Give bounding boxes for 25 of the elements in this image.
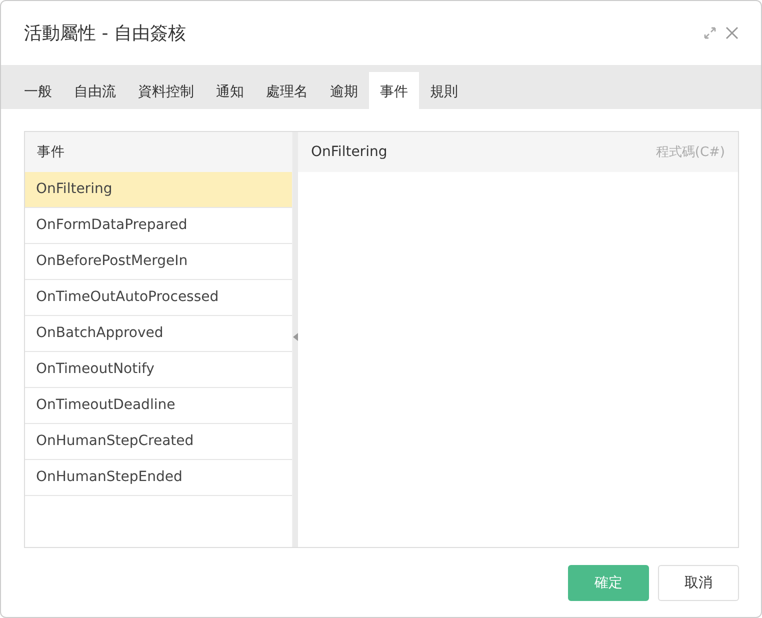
tab[interactable]: 事件	[369, 72, 419, 109]
event-item[interactable]: OnBeforePostMergeIn	[25, 244, 292, 280]
tab[interactable]: 通知	[205, 72, 255, 109]
event-item[interactable]: OnFormDataPrepared	[25, 208, 292, 244]
tab[interactable]: 一般	[13, 72, 63, 109]
window-title: 活動屬性 - 自由簽核	[24, 22, 187, 45]
event-item[interactable]: OnFiltering	[25, 172, 292, 208]
language-label: 程式碼(C#)	[656, 144, 725, 161]
event-item[interactable]: OnTimeoutNotify	[25, 352, 292, 388]
panel-title: OnFiltering	[311, 144, 388, 160]
event-item[interactable]: OnHumanStepEnded	[25, 460, 292, 496]
column-header: 事件	[25, 132, 292, 172]
event-item[interactable]: OnTimeoutDeadline	[25, 388, 292, 424]
tab[interactable]: 處理名	[255, 72, 319, 109]
collapse-arrow-icon[interactable]	[293, 332, 298, 342]
tab[interactable]: 規則	[419, 72, 469, 109]
maximize-icon[interactable]	[703, 26, 717, 40]
event-item[interactable]: OnBatchApproved	[25, 316, 292, 352]
event-item[interactable]: OnTimeOutAutoProcessed	[25, 280, 292, 316]
cancel-button[interactable]: 取消	[658, 565, 739, 601]
close-icon[interactable]	[725, 26, 739, 40]
tab[interactable]: 逾期	[319, 72, 369, 109]
event-item[interactable]: OnHumanStepCreated	[25, 424, 292, 460]
tab[interactable]: 自由流	[63, 72, 127, 109]
tab[interactable]: 資料控制	[127, 72, 205, 109]
